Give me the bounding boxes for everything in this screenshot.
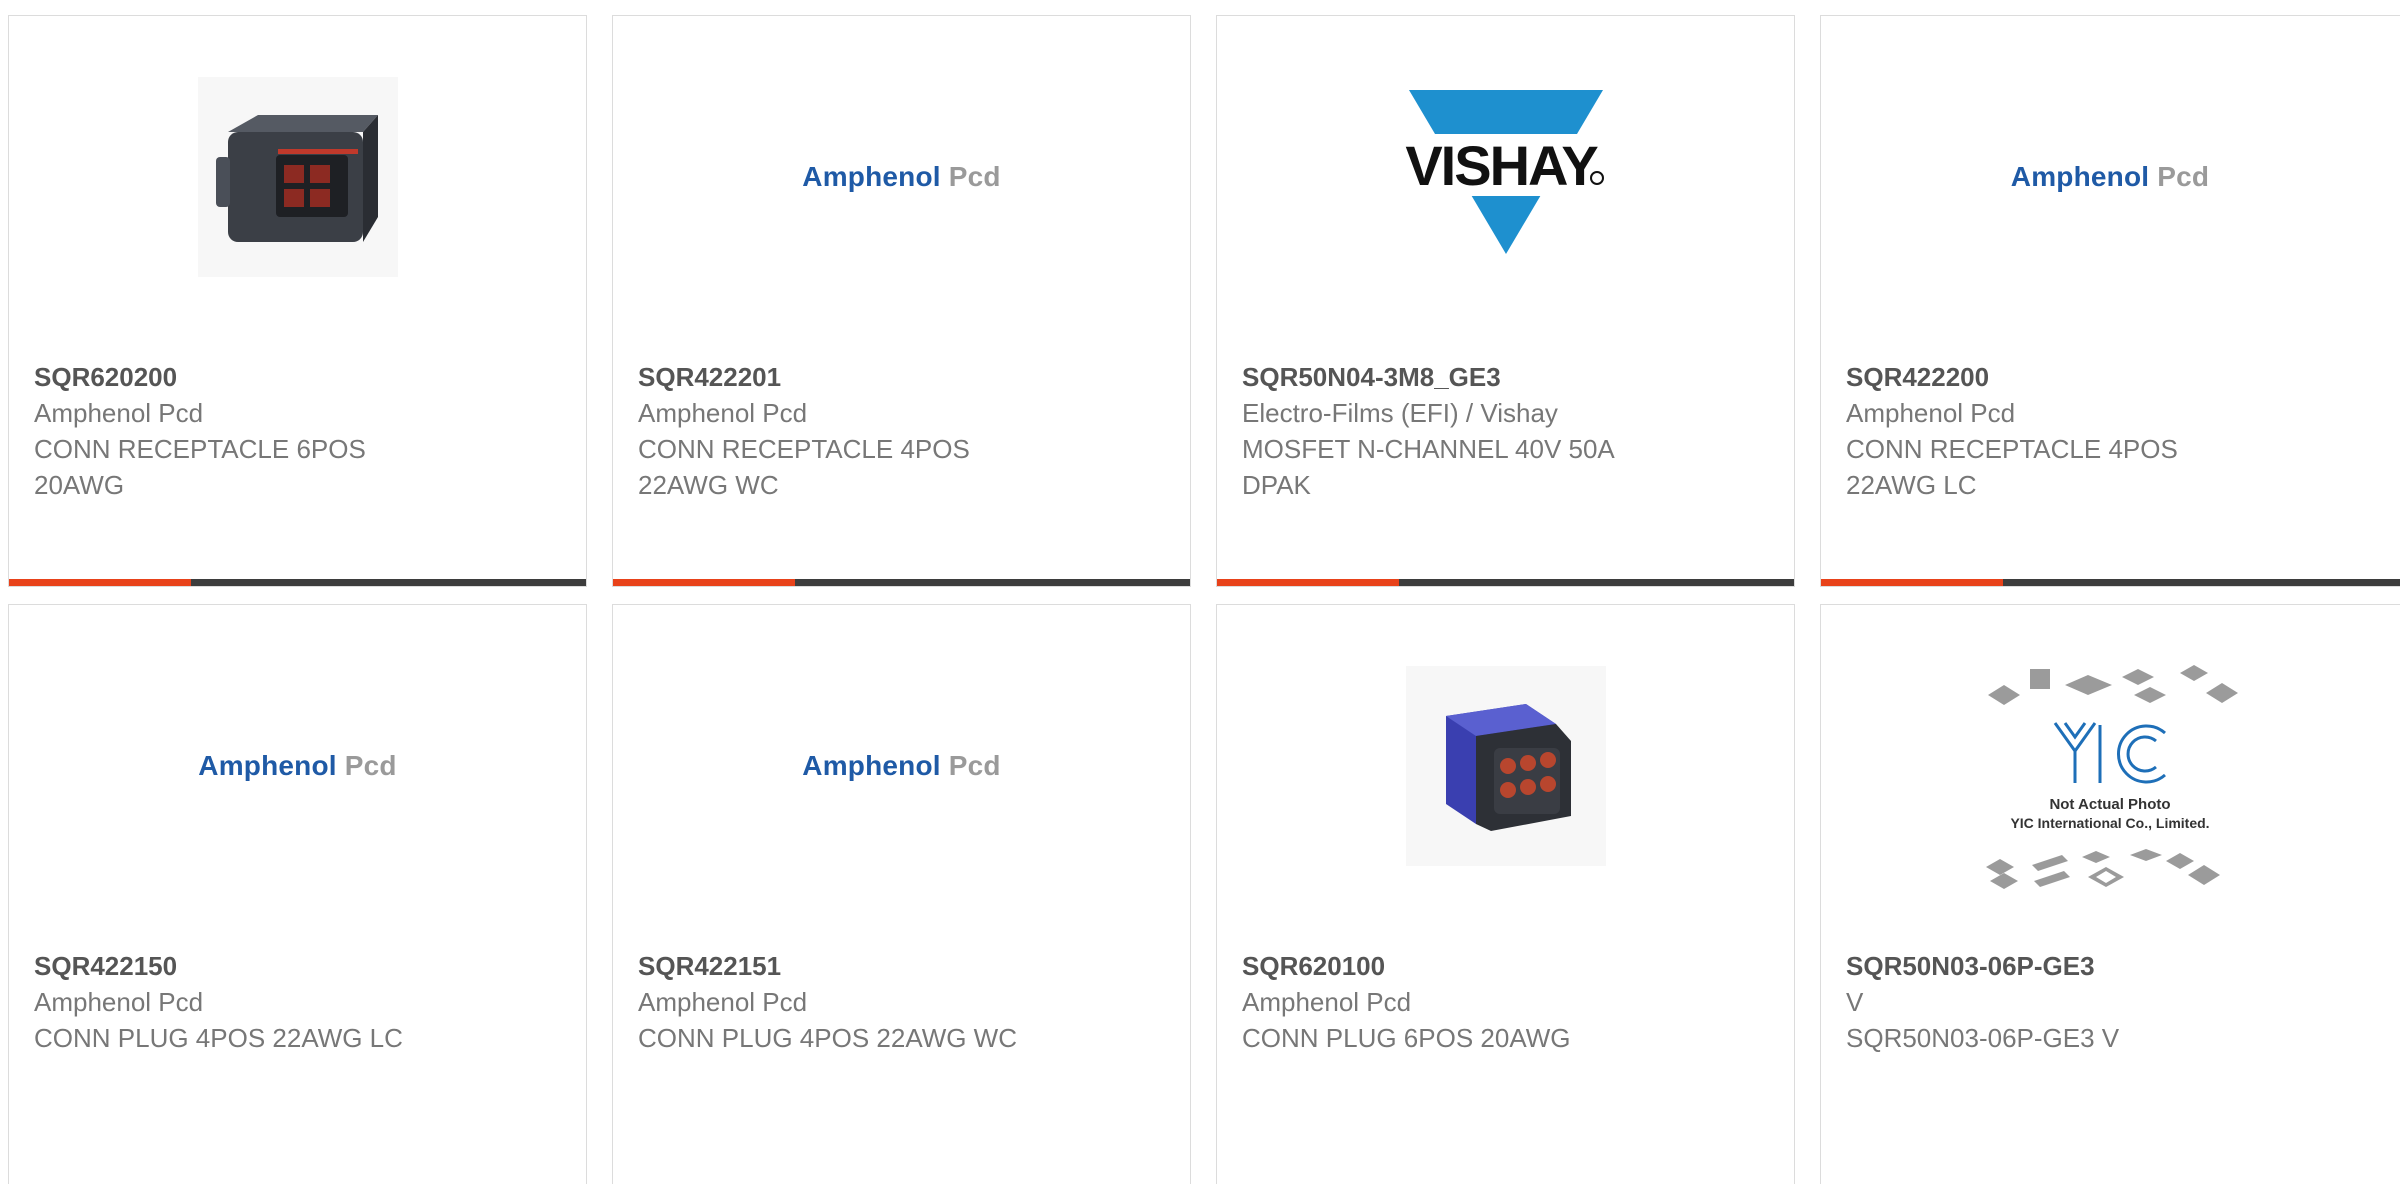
manufacturer: Amphenol Pcd <box>638 987 808 1017</box>
part-number[interactable]: SQR620100 <box>1242 948 1774 984</box>
part-number[interactable]: SQR620200 <box>34 359 566 395</box>
description: CONN RECEPTACLE 4POS 22AWG LC <box>1846 434 2178 500</box>
part-number[interactable]: SQR422200 <box>1846 359 2380 395</box>
manufacturer: Amphenol Pcd <box>34 398 204 428</box>
description: SQR50N03-06P-GE3 V <box>1846 1023 2120 1053</box>
logo-text-amphenol: Amphenol <box>198 750 337 781</box>
svg-text:VISHAY: VISHAY <box>1405 134 1598 197</box>
card-bottom-bar <box>1217 579 1794 586</box>
connector-plug-photo <box>1405 666 1606 866</box>
product-image[interactable] <box>9 72 586 282</box>
description: CONN RECEPTACLE 4POS 22AWG WC <box>638 434 970 500</box>
product-card[interactable]: Amphenol Pcd SQR422201 Amphenol Pcd CONN… <box>612 15 1191 587</box>
manufacturer: Amphenol Pcd <box>638 398 808 428</box>
card-bottom-bar <box>613 579 1190 586</box>
logo-text-amphenol: Amphenol <box>802 750 941 781</box>
description: CONN RECEPTACLE 6POS 20AWG <box>34 434 366 500</box>
manufacturer: Amphenol Pcd <box>34 987 204 1017</box>
part-number[interactable]: SQR50N04-3M8_GE3 <box>1242 359 1774 395</box>
logo-text-pcd: Pcd <box>2157 161 2210 192</box>
logo-text-pcd: Pcd <box>344 750 397 781</box>
manufacturer: Amphenol Pcd <box>1242 987 1412 1017</box>
product-grid: SQR620200 Amphenol Pcd CONN RECEPTACLE 6… <box>0 0 2400 1184</box>
product-image[interactable]: Amphenol Pcd <box>9 661 586 871</box>
card-accent-bar <box>613 579 795 586</box>
product-card[interactable]: Amphenol Pcd SQR422151 Amphenol Pcd CONN… <box>612 604 1191 1184</box>
vishay-logo: VISHAY <box>1400 90 1611 254</box>
card-accent-bar <box>9 579 191 586</box>
description: CONN PLUG 4POS 22AWG LC <box>34 1023 403 1053</box>
svg-text:YIC International Co., Limited: YIC International Co., Limited. <box>2010 815 2209 831</box>
product-image[interactable]: Amphenol Pcd <box>1821 72 2399 282</box>
amphenol-pcd-logo: Amphenol Pcd <box>802 750 1000 782</box>
product-image[interactable] <box>1217 661 1794 871</box>
product-card[interactable]: SQR620100 Amphenol Pcd CONN PLUG 6POS 20… <box>1216 604 1795 1184</box>
amphenol-pcd-logo: Amphenol Pcd <box>198 750 396 782</box>
logo-text-pcd: Pcd <box>948 750 1001 781</box>
product-image[interactable]: Amphenol Pcd <box>613 72 1190 282</box>
product-image[interactable]: VISHAY <box>1217 72 1794 282</box>
product-image[interactable]: Amphenol Pcd <box>613 661 1190 871</box>
product-card[interactable]: Amphenol Pcd SQR422150 Amphenol Pcd CONN… <box>8 604 587 1184</box>
logo-text-amphenol: Amphenol <box>2010 161 2150 192</box>
svg-text:Not Actual Photo: Not Actual Photo <box>2049 796 2170 813</box>
part-number[interactable]: SQR422201 <box>638 359 1170 395</box>
connector-receptacle-photo <box>197 77 398 277</box>
amphenol-pcd-logo: Amphenol Pcd <box>2011 161 2209 193</box>
logo-text-amphenol: Amphenol <box>802 161 941 192</box>
description: CONN PLUG 4POS 22AWG WC <box>638 1023 1017 1053</box>
manufacturer: V <box>1846 987 1864 1017</box>
part-number[interactable]: SQR422150 <box>34 948 566 984</box>
part-number[interactable]: SQR50N03-06P-GE3 <box>1846 948 2380 984</box>
card-accent-bar <box>1217 579 1399 586</box>
yic-placeholder-image: Not Actual Photo YIC International Co., … <box>1986 665 2238 889</box>
product-card[interactable]: SQR620200 Amphenol Pcd CONN RECEPTACLE 6… <box>8 15 587 587</box>
part-number[interactable]: SQR422151 <box>638 948 1170 984</box>
product-card[interactable]: Not Actual Photo YIC International Co., … <box>1820 604 2400 1184</box>
card-bottom-bar <box>1821 579 2400 586</box>
product-card[interactable]: Amphenol Pcd SQR422200 Amphenol Pcd CONN… <box>1820 15 2400 587</box>
card-accent-bar <box>1821 579 2003 586</box>
amphenol-pcd-logo: Amphenol Pcd <box>802 161 1000 193</box>
description: CONN PLUG 6POS 20AWG <box>1242 1023 1571 1053</box>
product-card[interactable]: VISHAY SQR50N04-3M8_GE3 Electro-Films (E… <box>1216 15 1795 587</box>
card-bottom-bar <box>9 579 586 586</box>
description: MOSFET N-CHANNEL 40V 50A DPAK <box>1242 434 1615 500</box>
logo-text-pcd: Pcd <box>948 161 1001 192</box>
manufacturer: Amphenol Pcd <box>1846 398 2016 428</box>
manufacturer: Electro-Films (EFI) / Vishay <box>1242 398 1558 428</box>
product-image[interactable]: Not Actual Photo YIC International Co., … <box>1821 655 2399 895</box>
